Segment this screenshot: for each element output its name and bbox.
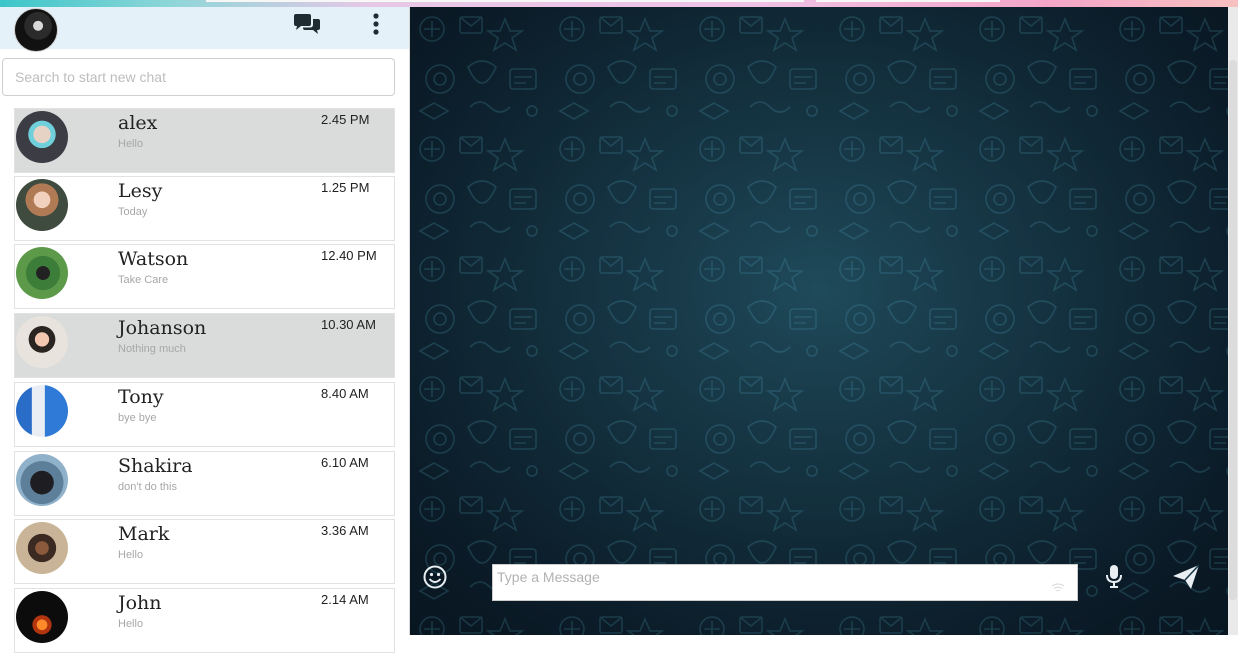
message-time: 8.40 AM <box>321 386 369 401</box>
contact-row-lesy[interactable]: Lesy Today 1.25 PM <box>14 176 395 241</box>
last-message: Hello <box>118 549 144 561</box>
avatar <box>16 385 68 437</box>
last-message: Today <box>118 206 148 218</box>
message-time: 2.14 AM <box>321 592 369 607</box>
message-time: 1.25 PM <box>321 180 370 195</box>
contact-row-johanson[interactable]: Johanson Nothing much 10.30 AM <box>14 313 395 378</box>
contacts-panel: alex Hello 2.45 PM Lesy Today 1.25 PM Wa… <box>0 7 410 653</box>
voice-message-button[interactable] <box>1100 562 1128 590</box>
address-bar-edge <box>206 0 804 2</box>
message-time: 3.36 AM <box>321 523 369 538</box>
message-composer <box>410 552 1228 612</box>
chat-bubbles-icon <box>294 14 320 34</box>
avatar <box>16 179 68 231</box>
contact-name: Shakira <box>118 455 193 477</box>
avatar <box>16 591 68 643</box>
contact-name: Johanson <box>118 317 207 339</box>
message-box <box>492 564 1078 601</box>
contact-row-mark[interactable]: Mark Hello 3.36 AM <box>14 519 395 584</box>
contact-name: John <box>118 592 162 614</box>
contact-name: Tony <box>118 386 164 408</box>
menu-button[interactable] <box>359 10 393 40</box>
scrollbar-thumb[interactable] <box>1229 60 1237 600</box>
contact-row-john[interactable]: John Hello 2.14 AM <box>14 588 395 653</box>
last-message: don't do this <box>118 481 177 493</box>
contacts-header <box>0 7 409 52</box>
last-message: Hello <box>118 138 144 150</box>
contact-name: Watson <box>118 248 189 270</box>
new-chat-button[interactable] <box>290 10 324 40</box>
last-message: Hello <box>118 618 144 630</box>
avatar <box>16 522 68 574</box>
message-time: 10.30 AM <box>321 317 376 332</box>
browser-top-strip <box>0 0 1238 7</box>
emoji-button[interactable] <box>422 564 448 590</box>
contact-name: Lesy <box>118 180 163 202</box>
doodle-background <box>410 7 1228 635</box>
avatar <box>16 247 68 299</box>
microphone-icon <box>1106 565 1122 588</box>
chat-panel <box>410 7 1228 635</box>
toolbar-edge <box>816 0 1000 2</box>
message-time: 12.40 PM <box>321 248 377 263</box>
contact-row-watson[interactable]: Watson Take Care 12.40 PM <box>14 244 395 309</box>
last-message: Take Care <box>118 274 169 286</box>
my-avatar[interactable] <box>14 8 58 52</box>
contact-row-alex[interactable]: alex Hello 2.45 PM <box>14 108 395 173</box>
send-button[interactable] <box>1170 562 1202 592</box>
vertical-dots-icon <box>373 13 379 35</box>
contact-row-tony[interactable]: Tony bye bye 8.40 AM <box>14 382 395 447</box>
last-message: bye bye <box>118 412 157 424</box>
search-input[interactable] <box>3 59 394 95</box>
signal-icon <box>1051 583 1065 592</box>
contact-name: Mark <box>118 523 170 545</box>
message-time: 2.45 PM <box>321 112 370 127</box>
message-time: 6.10 AM <box>321 455 369 470</box>
avatar <box>16 454 68 506</box>
contact-name: alex <box>118 112 158 134</box>
paper-plane-icon <box>1173 564 1200 589</box>
contact-row-shakira[interactable]: Shakira don't do this 6.10 AM <box>14 451 395 516</box>
smiley-icon <box>423 565 447 589</box>
last-message: Nothing much <box>118 343 186 355</box>
search-box <box>2 58 395 96</box>
message-input[interactable] <box>493 565 1077 600</box>
avatar <box>16 316 68 368</box>
avatar <box>16 111 68 163</box>
